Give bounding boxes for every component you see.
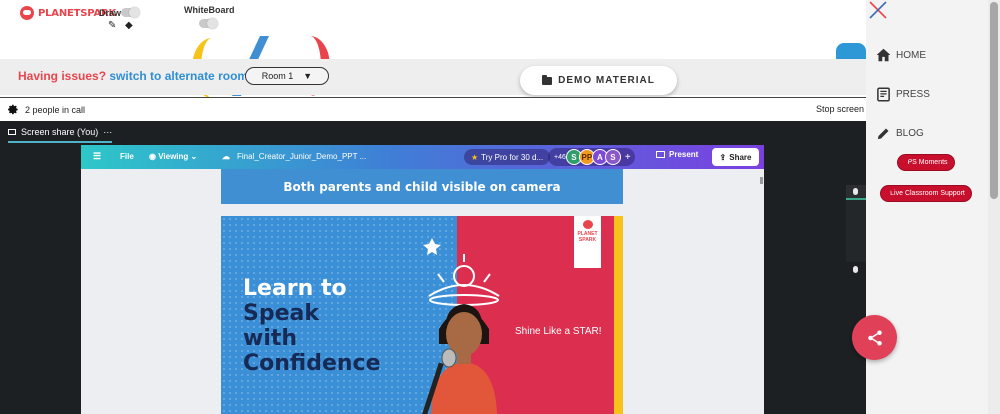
live-support-label: Live Classroom Support (890, 190, 965, 197)
monitor-icon (8, 129, 16, 135)
headline-line: Confidence (243, 351, 381, 376)
slide-banner-text: Both parents and child visible on camera (283, 179, 561, 194)
sidebar-item-label: PRESS (896, 89, 930, 100)
stop-screen-share-button[interactable]: Stop screen (816, 104, 864, 114)
slide-cover: PLANET SPARK Learn to Speak with Confide… (221, 216, 623, 414)
home-icon (876, 48, 891, 62)
crown-icon: ★ (471, 152, 479, 162)
room-select-value: Room 1 (261, 71, 294, 81)
badge-text: PLANET SPARK (577, 231, 598, 243)
cloud-icon: ☁ (222, 152, 230, 161)
sidebar-item-press[interactable]: PRESS (876, 87, 930, 102)
collaborator-count: +46 (554, 153, 566, 161)
logo-mascot-icon (20, 6, 34, 20)
share-button[interactable]: ⇪ Share (712, 148, 759, 166)
headline-line: with (243, 326, 298, 351)
shared-screen: ☰ File ◉ Viewing ⌄ ☁ Final_Creator_Junio… (81, 145, 764, 414)
sidebar-item-label: BLOG (896, 128, 924, 139)
mascot-icon (582, 220, 593, 229)
eye-icon: ◉ (149, 152, 159, 161)
try-pro-label: Try Pro for 30 d... (481, 152, 544, 162)
viewing-menu[interactable]: ◉ Viewing ⌄ (149, 152, 197, 161)
chevron-down-icon: ⌄ (188, 152, 198, 161)
draw-toggle[interactable] (121, 7, 140, 18)
pencil-icon (877, 128, 889, 140)
live-support-button[interactable]: Live Classroom Support (880, 185, 972, 202)
headline-line: Learn to (243, 276, 347, 301)
pencil-icon[interactable]: ✎ (108, 21, 116, 31)
upload-icon: ⇪ (719, 152, 727, 162)
draw-label: Draw (99, 8, 122, 18)
sidebar-item-blog[interactable]: BLOG (876, 126, 924, 141)
present-icon (656, 151, 665, 158)
newspaper-icon (877, 87, 890, 102)
whiteboard-label: WhiteBoard (184, 5, 235, 15)
collaborator-avatars[interactable]: +46 S PP A S + (548, 148, 635, 166)
canvas-scrollbar[interactable] (760, 177, 763, 184)
menu-icon[interactable]: ☰ (93, 151, 101, 162)
issue-bar: Having issues? switch to alternate room … (0, 59, 866, 95)
call-participants: 2 people in call (8, 104, 85, 115)
close-icon[interactable] (868, 0, 888, 20)
child-speaker-illustration (421, 238, 500, 414)
present-button[interactable]: Present (656, 150, 698, 159)
sidebar-item-label: HOME (896, 49, 926, 61)
gear-icon[interactable] (8, 104, 19, 115)
share-label: Share (729, 152, 752, 162)
mic-icon (853, 188, 858, 195)
call-header: 2 people in call Stop screen (0, 97, 866, 121)
ps-moments-label: PS Moments (907, 159, 948, 166)
switch-room-link[interactable]: switch to alternate room (109, 69, 248, 83)
eraser-icon[interactable]: ◆ (125, 21, 133, 31)
file-menu[interactable]: File (120, 152, 134, 161)
participant-tile-2[interactable] (846, 200, 866, 273)
folder-icon (542, 74, 553, 85)
issue-label: Having issues? (18, 69, 107, 83)
slide-yellow-stripe (614, 216, 623, 414)
planetspark-badge: PLANET SPARK (574, 216, 601, 268)
mic-icon (853, 266, 858, 273)
slide-tagline: Shine Like a STAR! (515, 326, 602, 337)
app-window: PLANETSPARK Draw ✎ ◆ WhiteBoard Having i… (0, 0, 1000, 414)
participant-tile[interactable] (846, 185, 866, 200)
more-icon[interactable]: ··· (103, 127, 112, 137)
viewing-label: Viewing (158, 152, 189, 161)
slide-banner: Both parents and child visible on camera (221, 169, 623, 204)
issue-message: Having issues? switch to alternate room (18, 69, 248, 83)
share-icon (867, 330, 882, 345)
slide-headline: Learn to Speak with Confidence (243, 276, 381, 376)
headline-line: Speak (243, 301, 319, 326)
top-toolbar: PLANETSPARK Draw ✎ ◆ WhiteBoard (0, 0, 866, 36)
screen-share-label: Screen share (You) (21, 127, 99, 137)
canva-toolbar: ☰ File ◉ Viewing ⌄ ☁ Final_Creator_Junio… (81, 145, 764, 169)
chevron-down-icon: ▼ (303, 71, 313, 81)
scrollbar-thumb[interactable] (990, 2, 998, 199)
doc-title[interactable]: Final_Creator_Junior_Demo_PPT ... (237, 152, 366, 161)
add-collaborator-button[interactable]: + (625, 152, 631, 163)
room-select[interactable]: Room 1 ▼ (245, 67, 329, 85)
tab-screen-share[interactable]: Screen share (You) ··· (8, 125, 113, 143)
people-count: 2 people in call (25, 104, 86, 115)
whiteboard-toggle[interactable] (199, 18, 218, 29)
demo-material-button[interactable]: DEMO MATERIAL (520, 66, 677, 95)
demo-material-label: DEMO MATERIAL (558, 75, 655, 86)
sidebar-item-home[interactable]: HOME (876, 48, 926, 62)
try-pro-button[interactable]: ★ Try Pro for 30 d... (464, 149, 551, 165)
present-label: Present (669, 150, 699, 159)
ps-moments-button[interactable]: PS Moments (897, 154, 955, 171)
share-fab-button[interactable] (852, 315, 897, 360)
avatar: S (604, 149, 621, 165)
